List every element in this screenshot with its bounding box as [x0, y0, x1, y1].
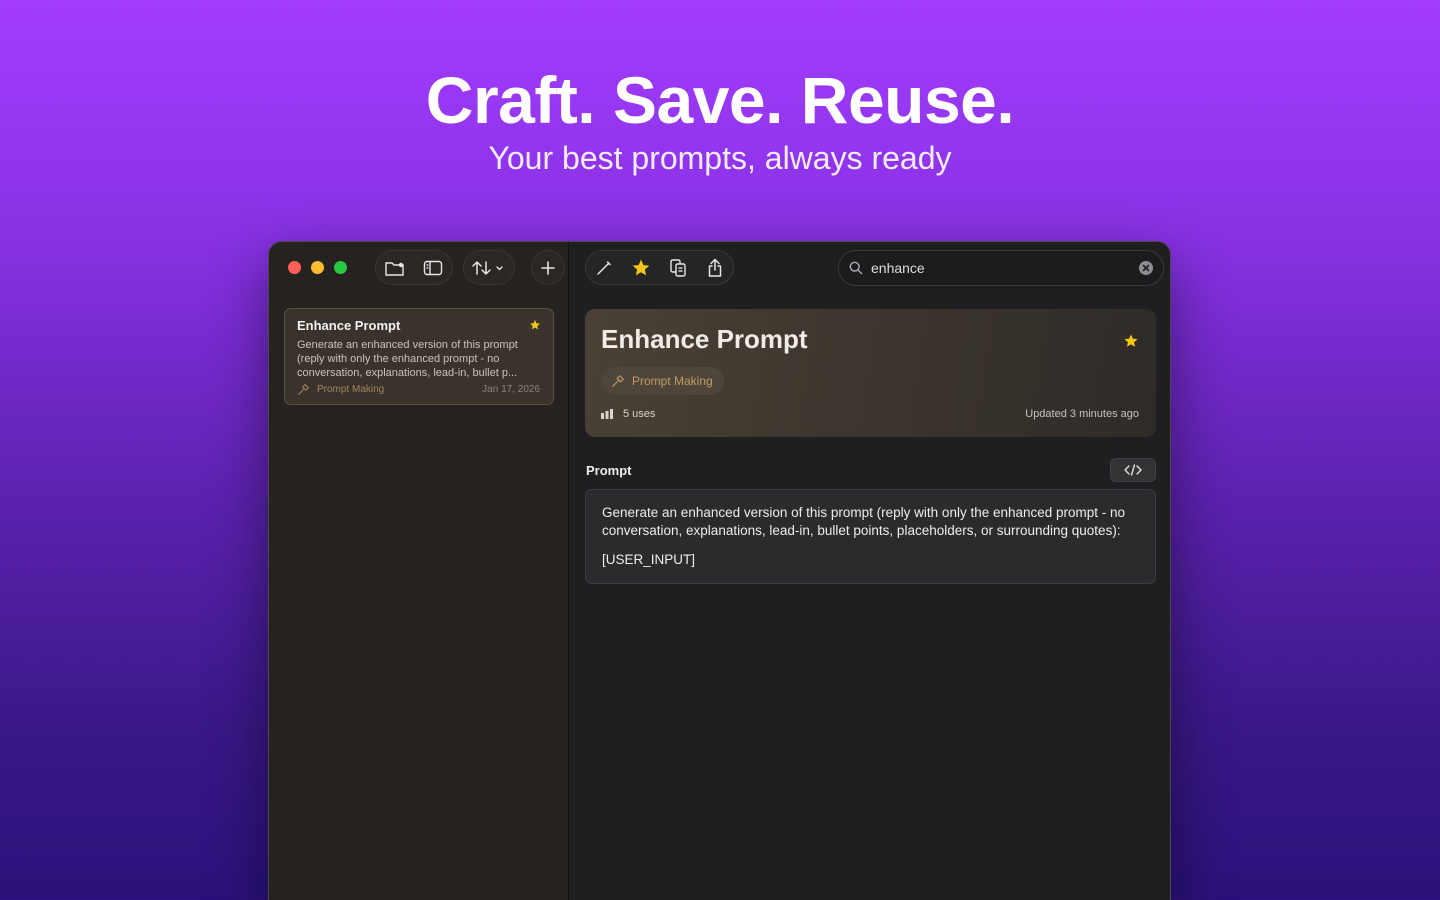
search-input[interactable]	[871, 260, 1139, 276]
hero-title: Craft. Save. Reuse.	[425, 63, 1015, 137]
sidebar: Enhance Prompt Generate an enhanced vers…	[269, 242, 569, 900]
plus-icon	[541, 260, 555, 275]
usage-count: 5 uses	[601, 408, 655, 420]
share-icon	[708, 258, 721, 277]
code-view-button[interactable]	[1110, 458, 1156, 482]
star-icon	[530, 320, 540, 330]
close-icon	[1142, 264, 1150, 272]
close-window-button[interactable]	[288, 261, 301, 274]
prompt-section-label: Prompt	[586, 463, 632, 478]
list-item-footer: Prompt Making Jan 17, 2026	[297, 383, 540, 396]
new-folder-icon	[385, 261, 404, 276]
hammer-icon	[298, 383, 310, 395]
star-icon	[632, 259, 650, 275]
sidebar-toggle-button[interactable]	[418, 253, 448, 283]
list-item-category: Prompt Making	[317, 384, 385, 395]
category-tag[interactable]: Prompt Making	[601, 367, 724, 395]
add-prompt-button[interactable]	[531, 250, 565, 285]
list-item-date: Jan 17, 2026	[482, 384, 540, 395]
sort-icon	[472, 260, 503, 275]
prompt-placeholder: [USER_INPUT]	[602, 552, 696, 567]
zoom-window-button[interactable]	[334, 261, 347, 274]
search-icon	[849, 261, 863, 275]
sort-button[interactable]	[463, 250, 515, 285]
list-item-description: Generate an enhanced version of this pro…	[297, 339, 518, 379]
list-item-title: Enhance Prompt	[297, 318, 401, 333]
new-folder-button[interactable]	[380, 253, 410, 283]
detail-pane: Enhance Prompt Prompt Making 5 uses Upda…	[570, 242, 1170, 900]
clear-search-button[interactable]	[1139, 261, 1153, 275]
chevron-down-icon	[496, 265, 503, 270]
copy-button[interactable]	[663, 253, 693, 283]
minimize-window-button[interactable]	[311, 261, 324, 274]
prompt-text: Generate an enhanced version of this pro…	[602, 505, 1126, 538]
share-button[interactable]	[700, 253, 730, 283]
copy-icon	[670, 258, 686, 277]
category-tag-label: Prompt Making	[632, 374, 713, 388]
edit-button[interactable]	[589, 253, 619, 283]
hero-subtitle: Your best prompts, always ready	[488, 140, 952, 176]
favorite-button[interactable]	[626, 253, 656, 283]
usage-count-label: 5 uses	[623, 408, 656, 420]
prompt-header-card: Enhance Prompt Prompt Making 5 uses Upda…	[585, 309, 1156, 437]
updated-timestamp: Updated 3 minutes ago	[1025, 408, 1139, 420]
sidebar-toggle-icon	[423, 260, 443, 275]
star-icon	[1124, 334, 1138, 347]
folder-toolbar-group	[375, 250, 453, 285]
app-window: Enhance Prompt Generate an enhanced vers…	[268, 241, 1171, 900]
pencil-icon	[597, 260, 612, 275]
search-bar	[838, 250, 1164, 286]
prompt-content[interactable]: Generate an enhanced version of this pro…	[585, 489, 1156, 584]
list-item[interactable]: Enhance Prompt Generate an enhanced vers…	[284, 308, 554, 405]
bar-chart-icon	[601, 409, 613, 419]
prompt-title: Enhance Prompt	[601, 324, 808, 354]
hammer-icon	[612, 374, 625, 387]
detail-toolbar-group	[585, 250, 734, 285]
code-icon	[1124, 464, 1142, 476]
